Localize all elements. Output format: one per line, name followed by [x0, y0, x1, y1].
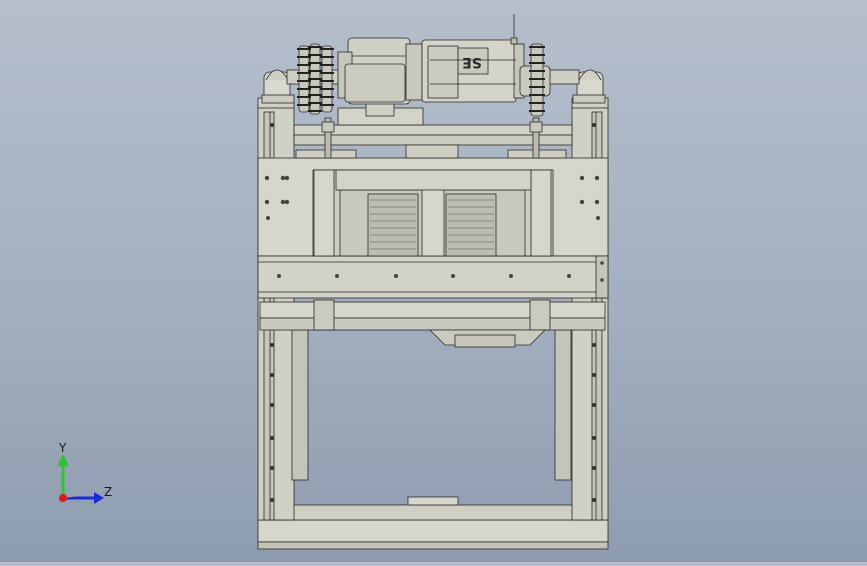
- z-axis-label: Z: [104, 485, 112, 499]
- orientation-triad[interactable]: Y Z: [44, 440, 124, 510]
- base-frame: [257, 496, 609, 550]
- y-axis-label: Y: [58, 441, 67, 455]
- motor-brand-label: SE: [462, 54, 482, 70]
- main-plate: [257, 157, 609, 299]
- x-axis-dot: [59, 494, 67, 502]
- shaft-housing: [344, 63, 406, 103]
- lower-carriage: [259, 299, 606, 348]
- y-axis-arrowhead: [57, 454, 69, 466]
- machine-assembly-drawing: SE: [257, 14, 609, 550]
- cad-viewport[interactable]: SE: [0, 0, 867, 562]
- triad-svg: Y Z: [57, 441, 112, 504]
- z-axis-arrowhead: [94, 492, 104, 504]
- sprocket-teeth-right: [529, 46, 545, 112]
